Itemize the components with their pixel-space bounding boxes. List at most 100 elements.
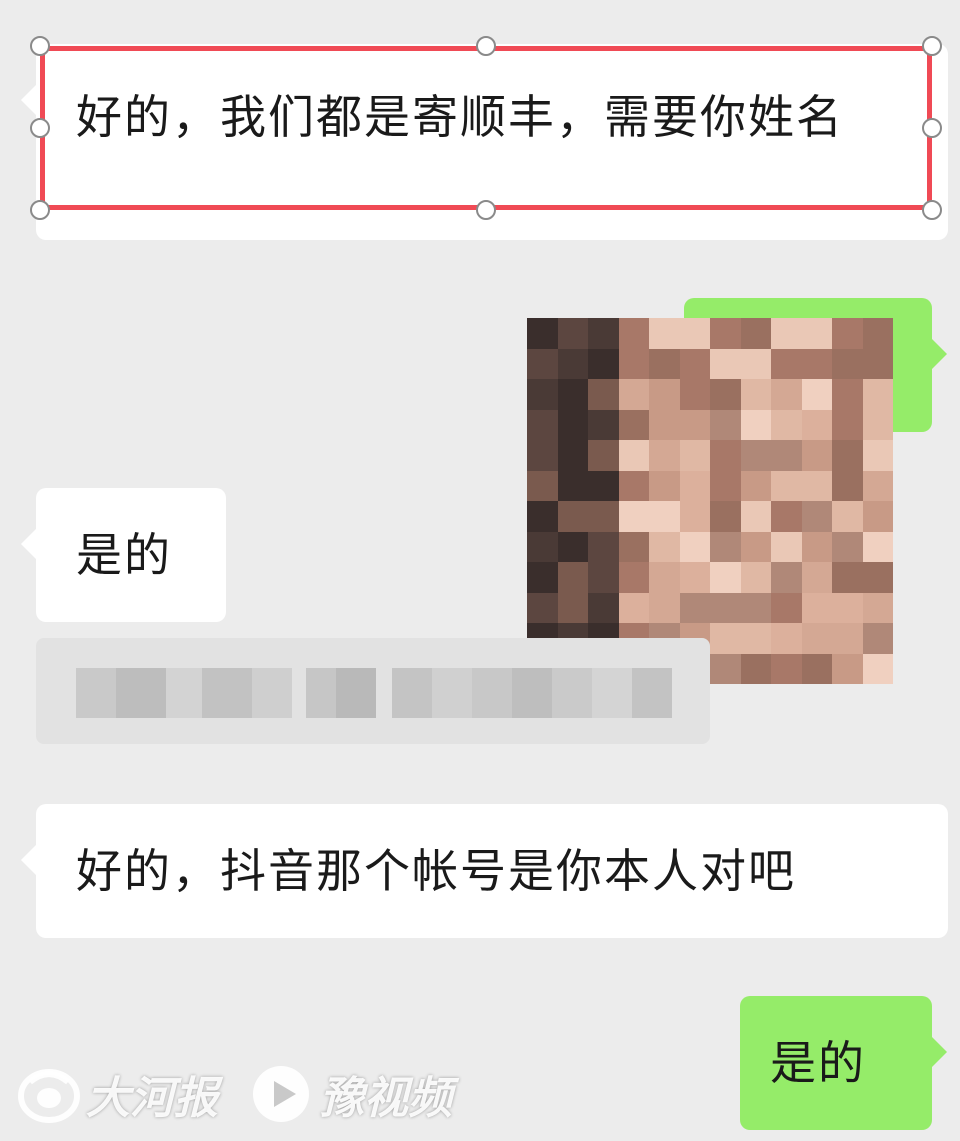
mosaic-cell	[710, 379, 741, 410]
dahebao-logo-icon	[16, 1064, 82, 1124]
mosaic-cell	[618, 409, 649, 440]
mosaic-cell	[557, 501, 588, 532]
mosaic-cell	[527, 592, 558, 623]
mosaic-cell	[649, 409, 680, 440]
mosaic-cell	[832, 653, 863, 684]
watermark-brand-b-text: 豫视频	[320, 1073, 452, 1124]
mosaic-cell	[679, 409, 710, 440]
message-text: 是的	[770, 1036, 866, 1090]
incoming-message-bubble[interactable]: 是的	[21, 488, 226, 622]
mosaic-cell	[862, 592, 893, 623]
mosaic-cell	[557, 409, 588, 440]
blurred-text-block	[336, 668, 376, 718]
mosaic-cell	[832, 348, 863, 379]
mosaic-cell	[771, 623, 802, 654]
blurred-text-block	[392, 668, 432, 718]
mosaic-cell	[649, 470, 680, 501]
mosaic-cell	[588, 501, 619, 532]
mosaic-cell	[740, 501, 771, 532]
mosaic-cell	[801, 592, 832, 623]
watermark-brand-b: 豫视频	[250, 1062, 452, 1126]
mosaic-cell	[588, 318, 619, 349]
blurred-text-block	[166, 668, 202, 718]
mosaic-cell	[710, 348, 741, 379]
mosaic-cell	[618, 501, 649, 532]
mosaic-grid	[527, 318, 893, 684]
selection-handle-middle-left[interactable]	[30, 118, 50, 138]
message-text: 是的	[76, 528, 172, 582]
selection-handle-bottom-right[interactable]	[922, 200, 942, 220]
mosaic-cell	[801, 470, 832, 501]
mosaic-cell	[832, 318, 863, 349]
blurred-text-block	[632, 668, 672, 718]
mosaic-cell	[801, 409, 832, 440]
blurred-text-block	[472, 668, 512, 718]
mosaic-cell	[832, 440, 863, 471]
mosaic-cell	[771, 440, 802, 471]
mosaic-cell	[557, 562, 588, 593]
outgoing-message-bubble[interactable]: 是的	[740, 996, 947, 1130]
mosaic-cell	[679, 470, 710, 501]
watermark-brand-a: 大河报	[16, 1062, 218, 1126]
blurred-text-block	[432, 668, 472, 718]
mosaic-cell	[832, 531, 863, 562]
mosaic-cell	[618, 562, 649, 593]
mosaic-cell	[527, 348, 558, 379]
mosaic-cell	[588, 562, 619, 593]
mosaic-cell	[679, 562, 710, 593]
selection-handle-top-right[interactable]	[922, 36, 942, 56]
mosaic-cell	[618, 348, 649, 379]
mosaic-cell	[649, 348, 680, 379]
mosaic-cell	[527, 501, 558, 532]
mosaic-cell	[710, 440, 741, 471]
mosaic-cell	[801, 562, 832, 593]
blurred-text-line	[36, 638, 710, 744]
mosaic-cell	[618, 592, 649, 623]
mosaic-cell	[862, 562, 893, 593]
mosaic-cell	[527, 409, 558, 440]
mosaic-cell	[710, 501, 741, 532]
mosaic-cell	[832, 409, 863, 440]
play-icon	[250, 1063, 312, 1125]
mosaic-cell	[527, 562, 558, 593]
mosaic-cell	[618, 440, 649, 471]
mosaic-cell	[710, 562, 741, 593]
incoming-message-bubble[interactable]: 好的，抖音那个帐号是你本人对吧	[21, 804, 948, 938]
mosaic-cell	[740, 653, 771, 684]
mosaic-cell	[771, 562, 802, 593]
mosaic-cell	[557, 531, 588, 562]
mosaic-cell	[801, 440, 832, 471]
mosaic-cell	[649, 379, 680, 410]
blurred-text-block	[306, 668, 336, 718]
selection-handle-bottom-center[interactable]	[476, 200, 496, 220]
mosaic-cell	[801, 531, 832, 562]
mosaic-cell	[862, 653, 893, 684]
blurred-text-block	[76, 668, 116, 718]
mosaic-cell	[740, 623, 771, 654]
mosaic-cell	[679, 318, 710, 349]
selection-handle-top-center[interactable]	[476, 36, 496, 56]
mosaic-cell	[649, 592, 680, 623]
mosaic-cell	[832, 379, 863, 410]
mosaic-cell	[862, 501, 893, 532]
selection-handle-top-left[interactable]	[30, 36, 50, 56]
pixelated-selfie-image[interactable]	[527, 318, 893, 684]
mosaic-cell	[649, 501, 680, 532]
mosaic-cell	[618, 379, 649, 410]
selection-handle-bottom-left[interactable]	[30, 200, 50, 220]
mosaic-cell	[801, 348, 832, 379]
mosaic-cell	[557, 592, 588, 623]
mosaic-cell	[679, 379, 710, 410]
mosaic-cell	[527, 470, 558, 501]
watermark: 大河报 豫视频	[16, 1056, 452, 1132]
mosaic-cell	[771, 470, 802, 501]
blurred-text-block	[252, 668, 292, 718]
mosaic-cell	[771, 379, 802, 410]
mosaic-cell	[710, 531, 741, 562]
mosaic-cell	[801, 653, 832, 684]
blurred-text-block	[552, 668, 592, 718]
mosaic-cell	[771, 409, 802, 440]
selection-handle-middle-right[interactable]	[922, 118, 942, 138]
mosaic-cell	[588, 440, 619, 471]
mosaic-cell	[740, 348, 771, 379]
